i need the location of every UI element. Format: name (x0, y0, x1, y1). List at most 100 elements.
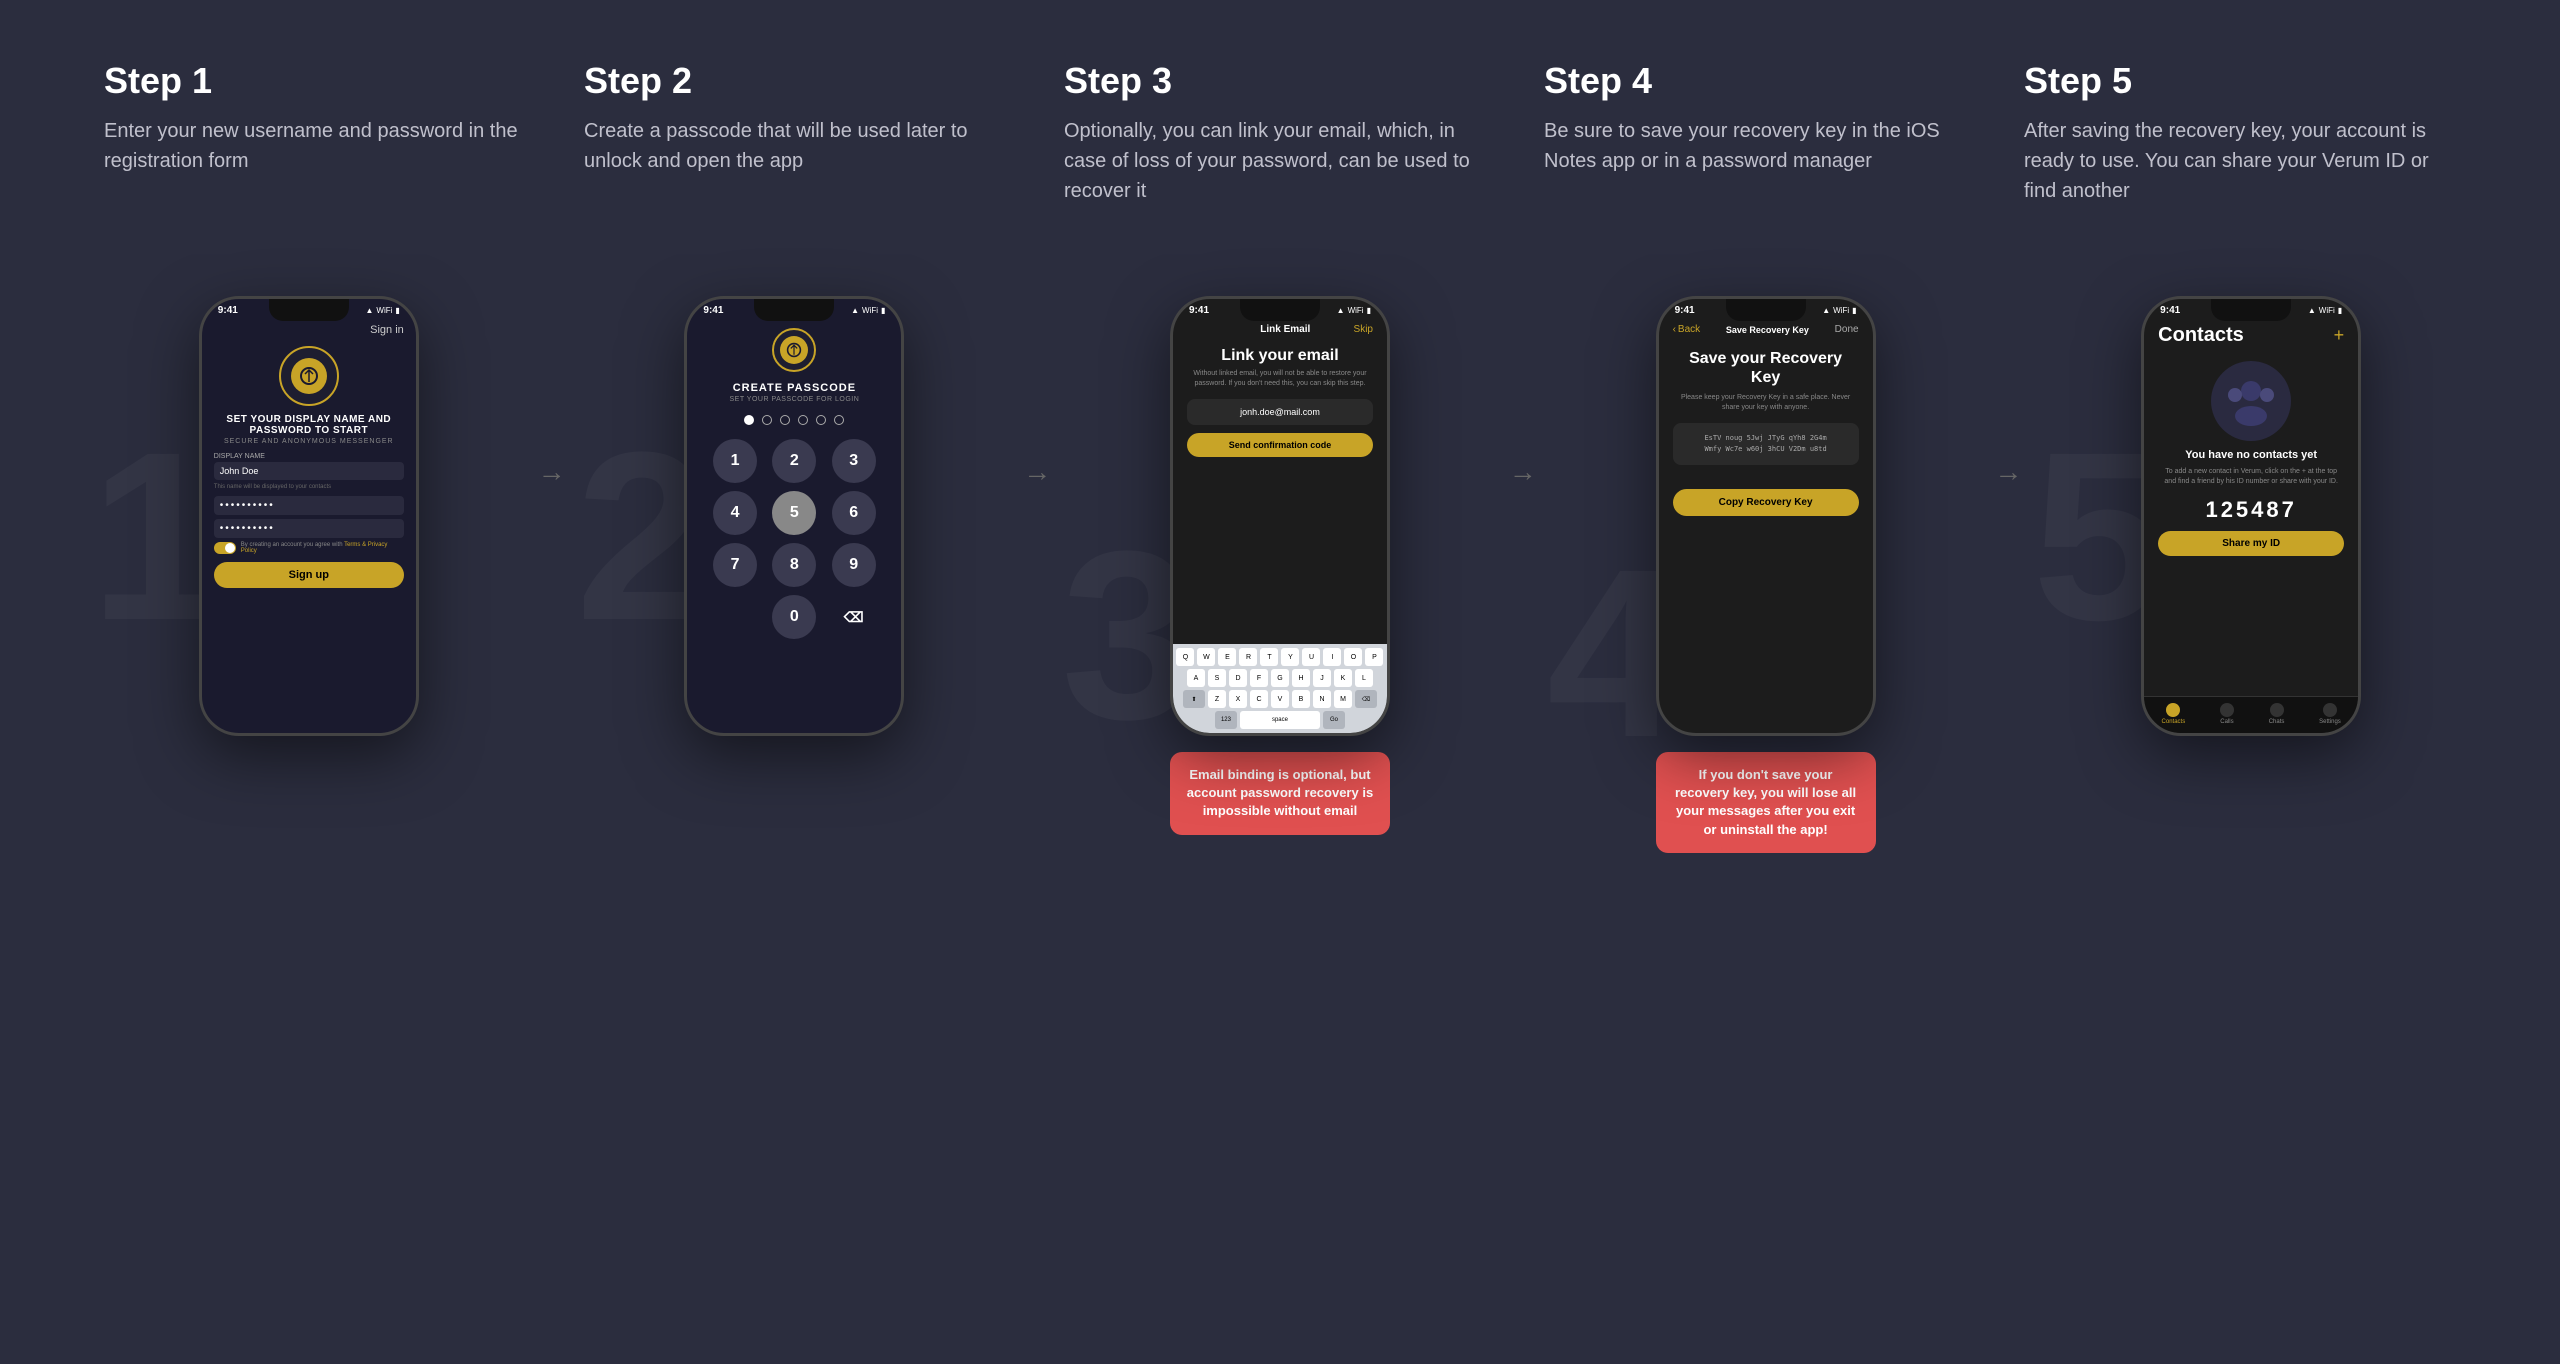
step-3-desc: Optionally, you can link your email, whi… (1064, 116, 1496, 206)
num-9[interactable]: 9 (832, 543, 876, 587)
save-key-title: Save your Recovery Key (1673, 349, 1859, 387)
add-contact-button[interactable]: + (2334, 325, 2345, 346)
sign-in-link[interactable]: Sign in (214, 324, 404, 336)
nav-settings[interactable]: Settings (2319, 703, 2341, 725)
kb-o[interactable]: O (1344, 648, 1362, 666)
signal-icon-4: ▲ (1822, 306, 1830, 315)
kb-y[interactable]: Y (1281, 648, 1299, 666)
recovery-key-line2: Wmfy Wc7e w60j 3hCU V2Dm u8td (1704, 445, 1826, 453)
contacts-title: Contacts (2158, 324, 2244, 347)
kb-h[interactable]: H (1292, 669, 1310, 687)
back-button[interactable]: ‹ Back (1673, 324, 1701, 335)
nav-chats-label: Chats (2269, 719, 2285, 725)
send-code-button[interactable]: Send confirmation code (1187, 433, 1373, 457)
kb-i[interactable]: I (1323, 648, 1341, 666)
kb-d[interactable]: D (1229, 669, 1247, 687)
kb-row-1: Q W E R T Y U I O P (1175, 648, 1385, 666)
kb-shift[interactable]: ⬆ (1183, 690, 1205, 708)
step-4-desc: Be sure to save your recovery key in the… (1544, 116, 1976, 176)
num-4[interactable]: 4 (713, 491, 757, 535)
num-0[interactable]: 0 (772, 595, 816, 639)
battery-icon: ▮ (395, 306, 399, 315)
kb-go[interactable]: Go (1323, 711, 1345, 729)
phone-5-status-icons: ▲ WiFi ▮ (2308, 306, 2342, 315)
kb-k[interactable]: K (1334, 669, 1352, 687)
kb-l[interactable]: L (1355, 669, 1373, 687)
user-id: 125487 (2144, 497, 2358, 523)
display-name-label: DISPLAY NAME (214, 453, 404, 460)
phones-row: 1 9:41 ▲ WiFi ▮ Sign in (80, 296, 2480, 853)
kb-123[interactable]: 123 (1215, 711, 1237, 729)
kb-x[interactable]: X (1229, 690, 1247, 708)
signal-icon: ▲ (365, 306, 373, 315)
share-id-button[interactable]: Share my ID (2158, 531, 2344, 556)
kb-z[interactable]: Z (1208, 690, 1226, 708)
kb-n[interactable]: N (1313, 690, 1331, 708)
kb-p[interactable]: P (1365, 648, 1383, 666)
email-input[interactable]: jonh.doe@mail.com (1187, 399, 1373, 425)
nav-calls[interactable]: Calls (2220, 703, 2234, 725)
done-button[interactable]: Done (1835, 324, 1859, 335)
kb-space[interactable]: space (1240, 711, 1320, 729)
nav-contacts[interactable]: Contacts (2162, 703, 2186, 725)
phone-3-time: 9:41 (1189, 305, 1209, 316)
kb-f[interactable]: F (1250, 669, 1268, 687)
kb-c[interactable]: C (1250, 690, 1268, 708)
num-7[interactable]: 7 (713, 543, 757, 587)
phone-3-status-icons: ▲ WiFi ▮ (1337, 306, 1371, 315)
passcode-dots (744, 415, 844, 425)
kb-t[interactable]: T (1260, 648, 1278, 666)
num-spacer (713, 595, 757, 639)
num-6[interactable]: 6 (832, 491, 876, 535)
dot-3 (780, 415, 790, 425)
display-name-input[interactable]: John Doe (214, 462, 404, 480)
kb-v[interactable]: V (1271, 690, 1289, 708)
arrow-3: → (1509, 456, 1537, 488)
password-input-2[interactable]: •••••••••• (214, 519, 404, 538)
kb-m[interactable]: M (1334, 690, 1352, 708)
kb-j[interactable]: J (1313, 669, 1331, 687)
step-4-title: Step 4 (1544, 60, 1976, 102)
kb-b[interactable]: B (1292, 690, 1310, 708)
chats-nav-icon (2270, 703, 2284, 717)
num-8[interactable]: 8 (772, 543, 816, 587)
step-2-header: Step 2 Create a passcode that will be us… (560, 60, 1040, 246)
num-2[interactable]: 2 (772, 439, 816, 483)
kb-q[interactable]: Q (1176, 648, 1194, 666)
kb-w[interactable]: W (1197, 648, 1215, 666)
dot-2 (762, 415, 772, 425)
password-input-1[interactable]: •••••••••• (214, 496, 404, 515)
step-1-desc: Enter your new username and password in … (104, 116, 536, 176)
nav-chats[interactable]: Chats (2269, 703, 2285, 725)
num-3[interactable]: 3 (832, 439, 876, 483)
no-contacts-desc: To add a new contact in Verum, click on … (2164, 467, 2338, 487)
kb-delete[interactable]: ⌫ (1355, 690, 1377, 708)
contacts-illustration (2211, 361, 2291, 441)
kb-e[interactable]: E (1218, 648, 1236, 666)
phone-4-time: 9:41 (1675, 305, 1695, 316)
page-container: Step 1 Enter your new username and passw… (80, 60, 2480, 853)
signal-icon-2: ▲ (851, 306, 859, 315)
kb-a[interactable]: A (1187, 669, 1205, 687)
num-1[interactable]: 1 (713, 439, 757, 483)
bottom-nav: Contacts Calls Chats Settings (2144, 696, 2358, 733)
step-headers: Step 1 Enter your new username and passw… (80, 60, 2480, 246)
skip-button[interactable]: Skip (1354, 324, 1373, 335)
phone-2-logo-inner (780, 336, 808, 364)
step-3-title: Step 3 (1064, 60, 1496, 102)
signup-button[interactable]: Sign up (214, 562, 404, 588)
copy-recovery-key-button[interactable]: Copy Recovery Key (1673, 489, 1859, 516)
kb-g[interactable]: G (1271, 669, 1289, 687)
kb-u[interactable]: U (1302, 648, 1320, 666)
phone-4-warning: If you don't save your recovery key, you… (1656, 752, 1876, 853)
phone-1-content: Sign in SET YOUR DISPLAY NAME AND PASSWO… (202, 316, 416, 596)
terms-toggle[interactable] (214, 542, 236, 554)
num-delete[interactable]: ⌫ (832, 595, 876, 639)
kb-s[interactable]: S (1208, 669, 1226, 687)
chevron-left-icon: ‹ (1673, 324, 1676, 335)
link-email-desc: Without linked email, you will not be ab… (1187, 369, 1373, 389)
battery-icon-3: ▮ (1367, 306, 1371, 315)
phone-3-notch (1240, 299, 1320, 321)
num-5[interactable]: 5 (772, 491, 816, 535)
kb-r[interactable]: R (1239, 648, 1257, 666)
